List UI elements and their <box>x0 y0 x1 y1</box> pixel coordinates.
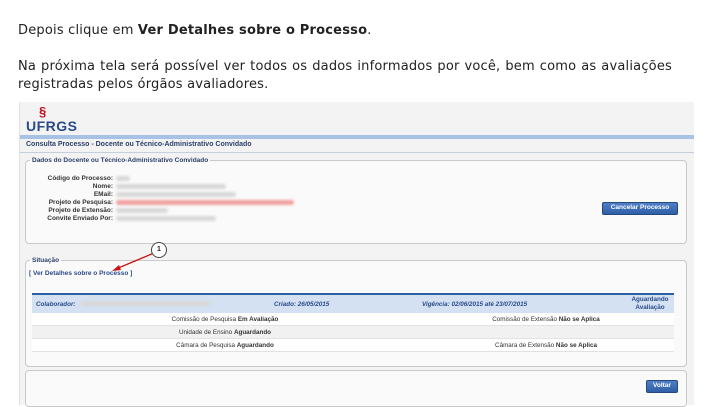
status-cell: Aguardando Avaliação <box>626 293 674 313</box>
table-row: Comissão de Pesquisa Em Avaliação Comiss… <box>32 313 674 326</box>
criado-label: Criado: <box>274 300 297 308</box>
instructions: Depois clique em Ver Detalhes sobre o Pr… <box>18 22 672 94</box>
vigencia-label: Vigência: <box>422 300 450 308</box>
instruction-text-end: . <box>367 23 372 38</box>
table-cell: Comissão de Pesquisa Em Avaliação <box>32 313 418 326</box>
callout-badge: 1 <box>151 242 167 258</box>
status-badge-line2: Avaliação <box>635 304 665 311</box>
row-status: Não se Aplica <box>555 341 597 349</box>
footer-panel <box>25 370 687 407</box>
row-label: Câmara de Pesquisa <box>176 341 235 349</box>
instruction-step: Depois clique em Ver Detalhes sobre o Pr… <box>18 22 672 40</box>
instruction-highlight: Ver Detalhes sobre o Processo <box>137 23 368 38</box>
row-label: Câmara de Extensão <box>495 341 555 349</box>
status-table: Colaborador: Criado: 26/05/2015 Vigência… <box>32 293 674 352</box>
table-cell: Câmara de Extensão Não se Aplica <box>418 338 674 352</box>
vigencia-cell: Vigência: 02/06/2015 até 23/07/2015 <box>418 293 626 313</box>
status-badge-line1: Aguardando <box>631 296 669 303</box>
row-status: Não se Aplica <box>558 315 600 323</box>
instruction-text: Depois clique em <box>18 23 138 38</box>
redacted-value <box>81 300 212 306</box>
row-status: Aguardando <box>233 328 272 336</box>
row-status: Aguardando <box>236 341 274 349</box>
colaborador-label: Colaborador: <box>36 300 76 308</box>
table-cell: Câmara de Pesquisa Aguardando <box>32 338 418 352</box>
criado-value: 26/05/2015 <box>297 300 330 308</box>
row-label: Unidade de Ensino <box>178 328 233 336</box>
table-cell: Unidade de Ensino Aguardando <box>32 325 418 339</box>
table-row: Unidade de Ensino Aguardando <box>32 325 674 339</box>
row-label: Comissão de Extensão <box>492 315 557 323</box>
voltar-button[interactable]: Voltar <box>646 380 678 393</box>
instruction-description: Na próxima tela será possível ver todos … <box>18 59 672 92</box>
table-cell: Comissão de Extensão Não se Aplica <box>418 313 674 326</box>
row-status: Em Avaliação <box>237 315 279 323</box>
vigencia-value: 02/06/2015 até 23/07/2015 <box>451 300 528 308</box>
table-cell <box>418 325 674 339</box>
annotation-arrow-icon <box>112 252 155 271</box>
screenshot-panel: § UFRGS Consulta Processo - Docente ou T… <box>19 102 694 407</box>
row-label: Comissão de Pesquisa <box>171 315 237 323</box>
criado-cell: Criado: 26/05/2015 <box>270 293 418 313</box>
colaborador-cell: Colaborador: <box>32 293 270 313</box>
table-header-row: Colaborador: Criado: 26/05/2015 Vigência… <box>32 293 674 313</box>
table-row: Câmara de Pesquisa Aguardando Câmara de … <box>32 338 674 352</box>
